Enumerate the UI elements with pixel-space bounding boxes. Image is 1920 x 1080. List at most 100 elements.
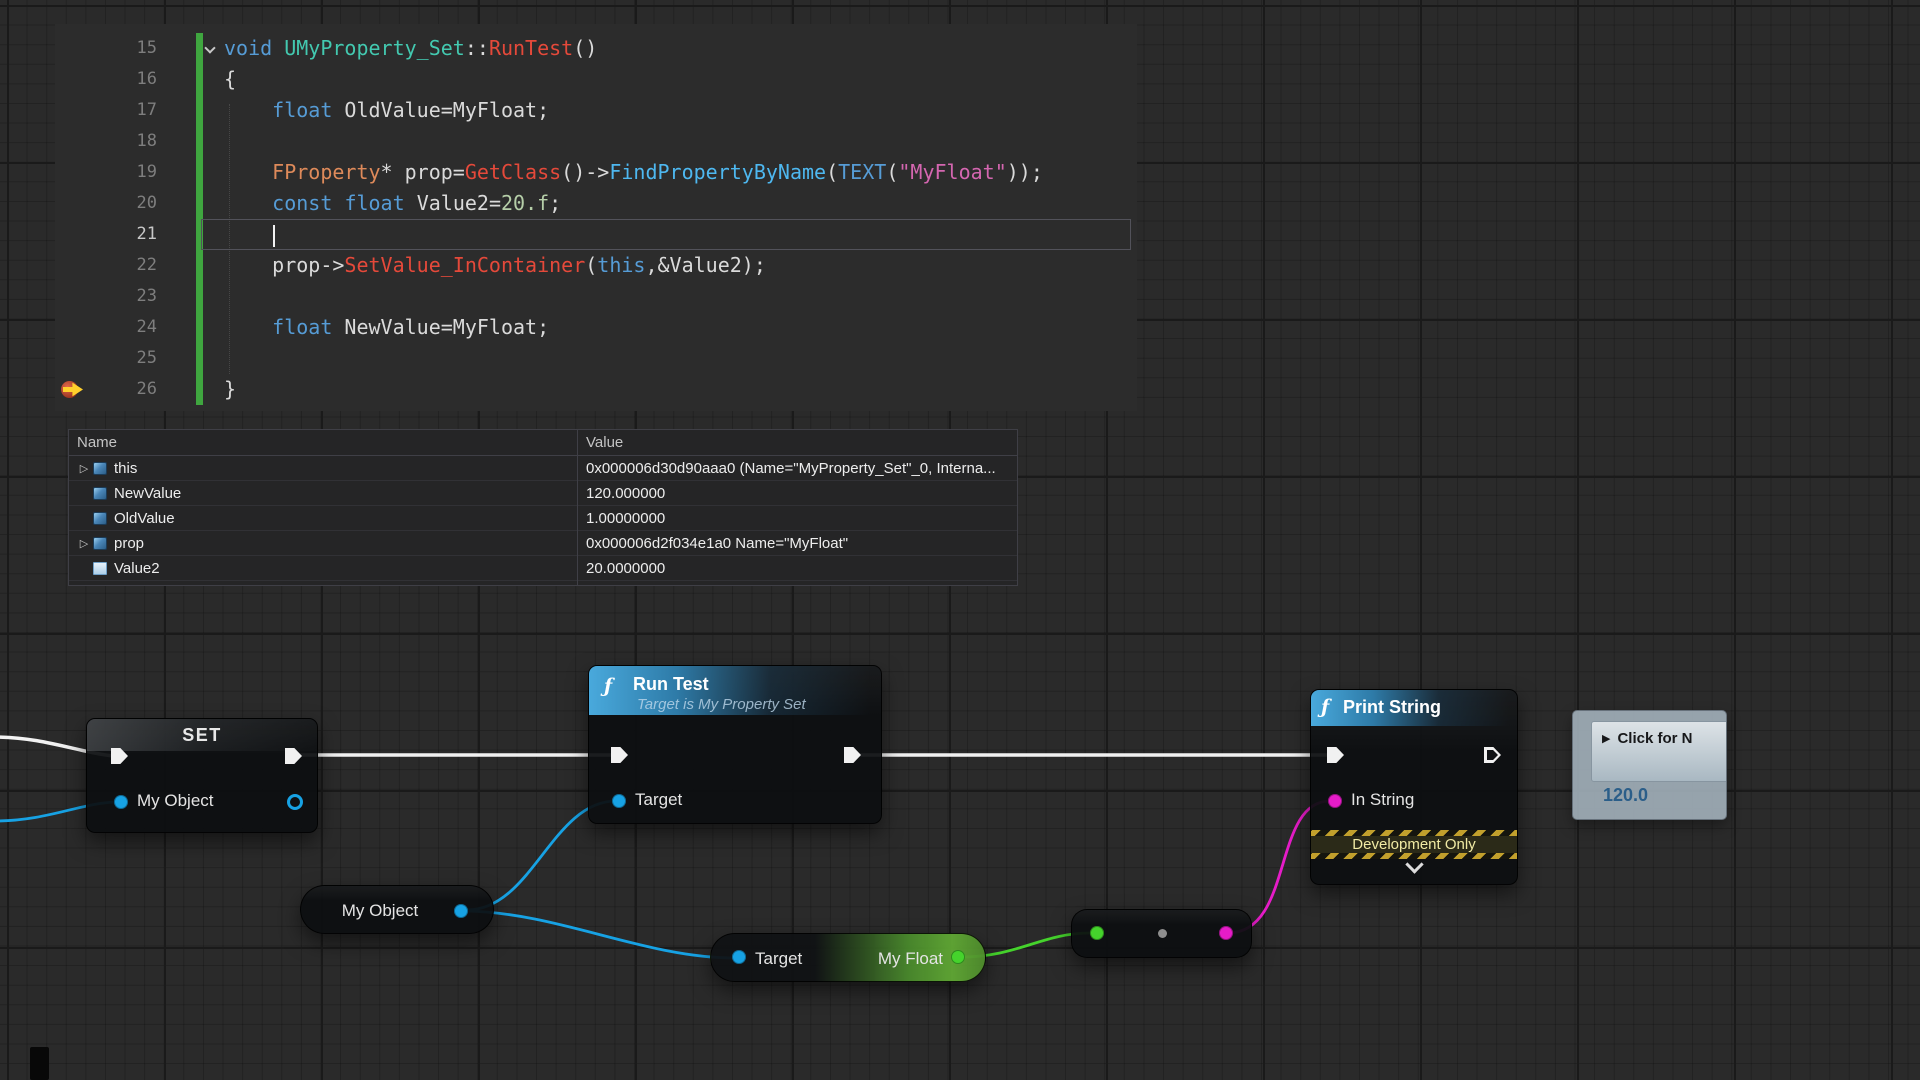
code-line[interactable]: 16{ <box>55 64 1137 95</box>
debug-popup-value: 120.0 <box>1603 785 1648 806</box>
breakpoint-margin[interactable] <box>55 126 88 157</box>
code-line[interactable]: 21 <box>55 219 1137 250</box>
my-object-out-pin[interactable] <box>287 794 303 810</box>
code-line[interactable]: 24 float NewValue=MyFloat; <box>55 312 1137 343</box>
watch-col-name[interactable]: Name <box>69 434 577 451</box>
variable-type-icon <box>93 537 107 550</box>
code-text: FProperty* prop=GetClass()->FindProperty… <box>222 157 1137 188</box>
print-string-title: Print String <box>1343 697 1441 718</box>
code-text: void UMyProperty_Set::RunTest() <box>222 33 1137 64</box>
breakpoint-margin[interactable] <box>55 312 88 343</box>
gutter-spacer <box>157 312 196 343</box>
code-line[interactable]: 17 float OldValue=MyFloat; <box>55 95 1137 126</box>
expand-icon[interactable]: ▷ <box>75 462 93 475</box>
watch-row[interactable]: ▷this0x000006d30d90aaa0 (Name="MyPropert… <box>69 456 1017 481</box>
line-number: 20 <box>88 188 157 219</box>
gutter-spacer <box>157 250 196 281</box>
my-float-out-pin[interactable] <box>951 950 965 964</box>
in-string-pin[interactable] <box>1328 794 1342 808</box>
code-line[interactable]: 25 <box>55 343 1137 374</box>
code-line[interactable]: 18 <box>55 126 1137 157</box>
breakpoint-margin[interactable] <box>55 188 88 219</box>
breakpoint-margin[interactable] <box>55 33 88 64</box>
target-in-pin[interactable] <box>732 950 746 964</box>
gutter-spacer <box>157 157 196 188</box>
string-out-pin[interactable] <box>1219 926 1233 940</box>
conversion-dot-icon <box>1158 929 1167 938</box>
my-object-in-pin[interactable] <box>114 795 128 809</box>
breakpoint-margin[interactable] <box>55 95 88 126</box>
change-bar <box>196 33 203 64</box>
breakpoint-margin[interactable] <box>55 64 88 95</box>
breakpoint-margin[interactable] <box>55 343 88 374</box>
watch-value: 1.00000000 <box>577 510 1017 527</box>
my-object-label: My Object <box>311 886 449 935</box>
exec-out-pin[interactable] <box>844 747 861 763</box>
breakpoint-margin[interactable] <box>55 219 88 250</box>
line-number: 18 <box>88 126 157 157</box>
breakpoint-margin[interactable] <box>55 281 88 312</box>
change-bar <box>196 64 203 95</box>
variable-type-icon <box>93 487 107 500</box>
gutter-spacer <box>157 374 196 405</box>
set-node[interactable]: SET My Object <box>86 718 318 833</box>
blueprint-graph-canvas[interactable]: SET My Object ƒ Run Test Target is My Pr… <box>0 0 1920 1080</box>
watch-col-value[interactable]: Value <box>577 434 623 451</box>
watch-row[interactable]: NewValue120.000000 <box>69 481 1017 506</box>
set-node-header: SET <box>87 719 317 751</box>
breakpoint-margin[interactable] <box>55 374 88 405</box>
code-text <box>222 126 1137 157</box>
line-number: 19 <box>88 157 157 188</box>
code-editor[interactable]: 15void UMyProperty_Set::RunTest()16{17 f… <box>55 24 1137 411</box>
fold-margin <box>203 250 222 281</box>
gutter-spacer <box>157 64 196 95</box>
fold-margin <box>203 157 222 188</box>
code-line[interactable]: 23 <box>55 281 1137 312</box>
breakpoint-margin[interactable] <box>55 250 88 281</box>
in-string-pin-label: In String <box>1351 790 1414 810</box>
fold-margin[interactable] <box>203 33 222 64</box>
change-bar <box>196 250 203 281</box>
my-object-out-pin[interactable] <box>454 904 468 918</box>
set-node-title: SET <box>87 719 317 751</box>
watch-row[interactable]: Value220.0000000 <box>69 556 1017 581</box>
code-line[interactable]: 15void UMyProperty_Set::RunTest() <box>55 33 1137 64</box>
gutter-spacer <box>157 281 196 312</box>
float-in-pin[interactable] <box>1090 926 1104 940</box>
my-object-variable-node[interactable]: My Object <box>300 885 494 934</box>
run-test-node[interactable]: ƒ Run Test Target is My Property Set Tar… <box>588 665 882 824</box>
code-text <box>222 343 1137 374</box>
debug-popup-button[interactable]: ▶ Click for N <box>1591 721 1727 782</box>
float-to-string-conversion-node[interactable] <box>1071 909 1252 958</box>
code-line[interactable]: 22 prop->SetValue_InContainer(this,&Valu… <box>55 250 1137 281</box>
debug-popup-header: Click for N <box>1617 730 1692 747</box>
debug-value-popup[interactable]: ▶ Click for N 120.0 <box>1572 710 1727 820</box>
target-in-pin[interactable] <box>612 794 626 808</box>
breakpoint-margin[interactable] <box>55 157 88 188</box>
watch-header: Name Value <box>69 430 1017 456</box>
expand-icon[interactable]: ▷ <box>75 537 93 550</box>
watch-window: Name Value ▷this0x000006d30d90aaa0 (Name… <box>68 429 1018 586</box>
development-only-label: Development Only <box>1311 836 1517 853</box>
function-icon: ƒ <box>604 675 612 697</box>
print-string-node[interactable]: ƒ Print String In String Development Onl… <box>1310 689 1518 885</box>
wire-object-to-getter-target[interactable] <box>467 911 734 958</box>
fold-chevron-icon <box>204 42 215 53</box>
code-text: prop->SetValue_InContainer(this,&Value2)… <box>222 250 1137 281</box>
code-line[interactable]: 26} <box>55 374 1137 405</box>
gutter-spacer <box>157 188 196 219</box>
fold-margin <box>203 281 222 312</box>
gutter-spacer <box>157 126 196 157</box>
watch-row[interactable]: ▷prop0x000006d2f034e1a0 Name="MyFloat" <box>69 531 1017 556</box>
line-number: 17 <box>88 95 157 126</box>
code-line[interactable]: 20 const float Value2=20.f; <box>55 188 1137 219</box>
watch-row[interactable]: OldValue1.00000000 <box>69 506 1017 531</box>
change-bar <box>196 126 203 157</box>
exec-in-pin[interactable] <box>1327 747 1344 763</box>
exec-out-pin[interactable] <box>1484 747 1501 763</box>
target-pin-label: Target <box>635 790 682 810</box>
exec-in-pin[interactable] <box>611 747 628 763</box>
code-line[interactable]: 19 FProperty* prop=GetClass()->FindPrope… <box>55 157 1137 188</box>
code-text: const float Value2=20.f; <box>222 188 1137 219</box>
get-my-float-node[interactable]: Target My Float <box>710 933 986 982</box>
